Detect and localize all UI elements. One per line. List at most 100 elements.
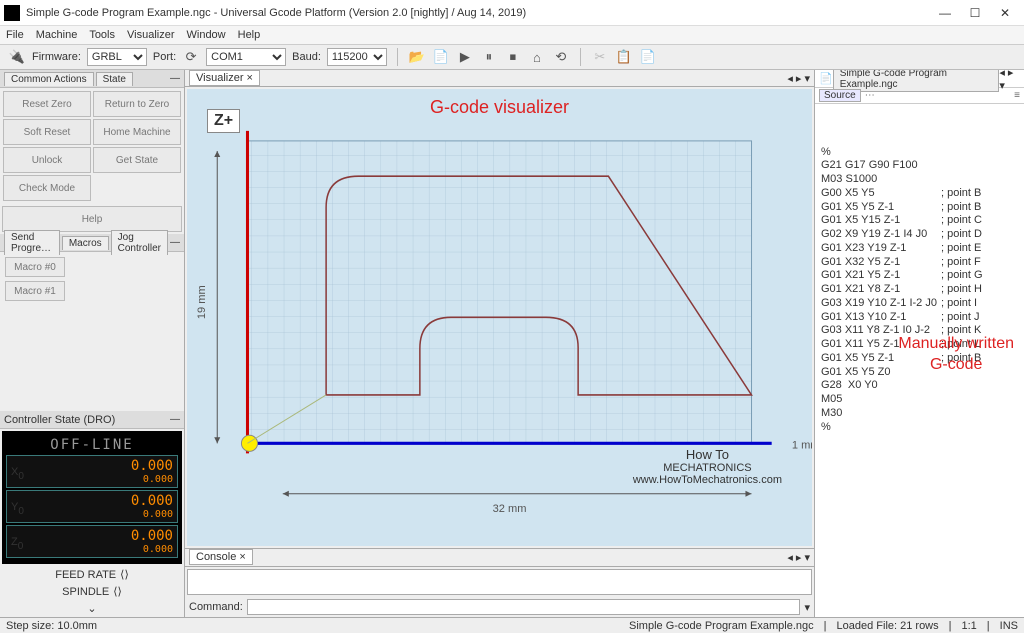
tab-state[interactable]: State [96,72,133,86]
command-dropdown-icon[interactable]: ▾ [804,601,810,614]
command-input[interactable] [247,599,801,615]
x-work-value: 0.000 [131,458,173,474]
code-line[interactable]: M03 S1000 [821,173,1018,187]
toolbar: 🔌 Firmware: GRBL Port: ⟳ COM1 Baud: 1152… [0,44,1024,70]
status-file: Simple G-code Program Example.ngc [629,620,814,632]
soft-reset-button[interactable]: Soft Reset [3,119,91,145]
panel-minimize-icon[interactable]: — [170,414,180,425]
code-line[interactable]: G01 X23 Y19 Z-1; point E [821,242,1018,256]
tab-nav-icon[interactable]: ◂ ▸ ▾ [787,551,810,564]
tab-common-actions[interactable]: Common Actions [4,72,94,86]
open-file-icon[interactable]: 📂 [408,48,426,66]
play-icon[interactable]: ▶ [456,48,474,66]
code-line[interactable]: G01 X21 Y8 Z-1; point H [821,283,1018,297]
baud-label: Baud: [292,51,321,63]
visualizer-canvas[interactable]: Z+ G-code visualizer 32 mm 19 mm 1 mm [187,89,812,546]
dro-title: Controller State (DRO) [4,414,115,426]
console-output[interactable] [187,569,812,595]
expand-icon[interactable]: ⌄ [87,602,96,615]
home-machine-button[interactable]: Home Machine [93,119,181,145]
status-ratio: 1:1 [962,620,977,632]
home-icon[interactable]: ⌂ [528,48,546,66]
close-button[interactable]: ✕ [990,2,1020,24]
return-zero-button[interactable]: Return to Zero [93,91,181,117]
menu-file[interactable]: File [6,29,24,41]
tab-macros[interactable]: Macros [62,236,109,250]
dro-x-row[interactable]: X0 0.0000.000 [6,455,178,488]
editor-menu-icon[interactable]: ≡ [1014,90,1020,101]
code-editor[interactable]: Manually written G-code %G21 G17 G90 F10… [815,104,1024,617]
menu-window[interactable]: Window [187,29,226,41]
connect-icon[interactable]: 🔌 [8,48,26,66]
center-area: Visualizer × ◂ ▸ ▾ Z+ G-code visualizer … [185,70,814,617]
firmware-select[interactable]: GRBL [87,48,147,66]
feed-slider-icon[interactable]: ⟨⟩ [120,568,129,581]
pause-icon[interactable]: ⏸ [480,48,498,66]
code-line[interactable]: G21 G17 G90 F100 [821,159,1018,173]
code-line[interactable]: G01 X5 Y5 Z-1; point B [821,201,1018,215]
spindle-slider-icon[interactable]: ⟨⟩ [113,585,122,598]
z-machine-value: 0.000 [131,544,173,555]
axis-z-label: Z [11,536,18,548]
panel-minimize-icon[interactable]: — [170,237,180,248]
console-panel: Console ×◂ ▸ ▾ Command: ▾ [185,548,814,617]
editor-toolbar-icon[interactable]: ⋯ [865,90,875,101]
macro-1-button[interactable]: Macro #1 [5,281,65,301]
tab-nav-icon[interactable]: ◂ ▸ ▾ [787,72,810,85]
tab-source[interactable]: Source [819,89,861,102]
help-button[interactable]: Help [2,206,182,232]
code-line[interactable]: G01 X21 Y5 Z-1; point G [821,269,1018,283]
visualizer-tabbar: Visualizer × ◂ ▸ ▾ [185,70,814,87]
menu-visualizer[interactable]: Visualizer [127,29,175,41]
minimize-button[interactable]: — [930,2,960,24]
code-line[interactable]: G28 X0 Y0 [821,379,1018,393]
dro-header: Controller State (DRO) — [0,411,184,429]
dro-z-row[interactable]: Z0 0.0000.000 [6,525,178,558]
paste-icon[interactable]: 📄 [639,48,657,66]
port-select[interactable]: COM1 [206,48,286,66]
left-panel: Common Actions State — Reset Zero Return… [0,70,185,617]
dro-status: OFF-LINE [6,435,178,455]
menu-tools[interactable]: Tools [89,29,115,41]
code-line[interactable]: % [821,146,1018,160]
code-line[interactable]: % [821,421,1018,435]
reset-icon[interactable]: ⟲ [552,48,570,66]
panel-minimize-icon[interactable]: — [170,73,180,84]
macro-0-button[interactable]: Macro #0 [5,257,65,277]
menu-help[interactable]: Help [238,29,261,41]
z-work-value: 0.000 [131,528,173,544]
code-line[interactable]: G01 X13 Y10 Z-1; point J [821,311,1018,325]
overlay-title: G-code visualizer [430,97,569,118]
menu-machine[interactable]: Machine [36,29,78,41]
status-rows: Loaded File: 21 rows [837,620,939,632]
stop-icon[interactable]: ⏹ [504,48,522,66]
menu-bar: File Machine Tools Visualizer Window Hel… [0,26,1024,44]
code-line[interactable]: G01 X32 Y5 Z-1; point F [821,256,1018,270]
cut-icon[interactable]: ✂ [591,48,609,66]
x-dimension: 32 mm [493,503,527,515]
refresh-icon[interactable]: ⟳ [182,48,200,66]
overlay-annotation: Manually written G-code [898,334,1014,376]
tab-console[interactable]: Console × [189,549,253,565]
code-line[interactable]: G01 X5 Y15 Z-1; point C [821,214,1018,228]
save-icon[interactable]: 📄 [432,48,450,66]
code-line[interactable]: G00 X5 Y5; point B [821,187,1018,201]
status-ins: INS [1000,620,1018,632]
code-line[interactable]: G03 X19 Y10 Z-1 I-2 J0; point I [821,297,1018,311]
common-actions-header: Common Actions State — [0,70,184,88]
file-icon: 📄 [819,72,833,85]
baud-select[interactable]: 115200 [327,48,387,66]
code-panel: 📄 Simple G-code Program Example.ngc ◂ ▸ … [814,70,1024,617]
watermark: How To MECHATRONICS www.HowToMechatronic… [633,447,782,486]
code-line[interactable]: M30 [821,407,1018,421]
tab-visualizer[interactable]: Visualizer × [189,70,260,86]
reset-zero-button[interactable]: Reset Zero [3,91,91,117]
dro-y-row[interactable]: Y0 0.0000.000 [6,490,178,523]
copy-icon[interactable]: 📋 [615,48,633,66]
check-mode-button[interactable]: Check Mode [3,175,91,201]
code-line[interactable]: G02 X9 Y19 Z-1 I4 J0; point D [821,228,1018,242]
unlock-button[interactable]: Unlock [3,147,91,173]
get-state-button[interactable]: Get State [93,147,181,173]
code-line[interactable]: M05 [821,393,1018,407]
maximize-button[interactable]: ☐ [960,2,990,24]
